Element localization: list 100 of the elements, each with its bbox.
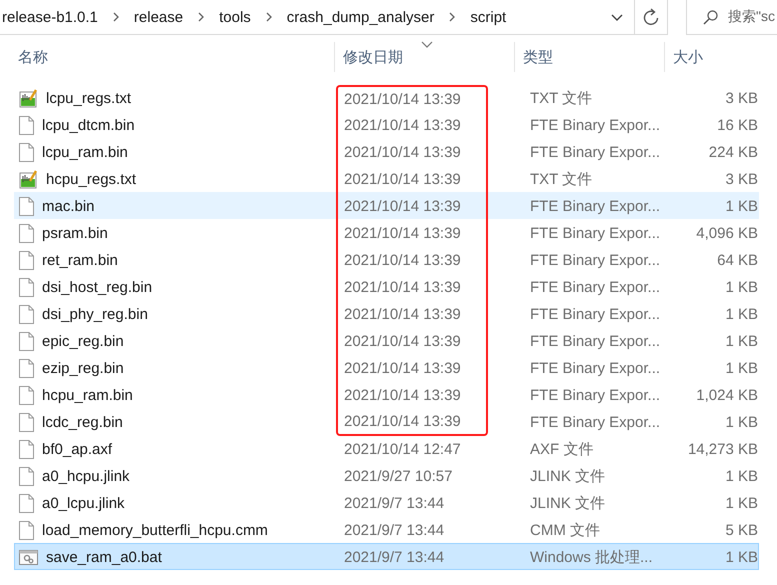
- chevron-right-icon: [112, 12, 120, 22]
- file-row[interactable]: ezip_reg.bin 2021/10/14 13:39 FTE Binary Expor... 1 KB: [14, 354, 759, 381]
- file-icon: [19, 143, 34, 162]
- search-icon: [703, 10, 718, 24]
- modified-date: 2021/10/14 13:39: [344, 413, 461, 430]
- file-row[interactable]: load_memory_butterfli_hcpu.cmm 2021/9/7 13:44 CMM 文件 5 KB: [14, 516, 759, 543]
- file-row[interactable]: lcdc_reg.bin 2021/10/14 13:39 FTE Binary Expor... 1 KB: [14, 408, 759, 435]
- column-label: 大小: [673, 48, 703, 66]
- modified-date: 2021/10/14 13:39: [344, 117, 461, 134]
- modified-date: 2021/10/14 13:39: [344, 91, 461, 108]
- file-icon: [19, 116, 34, 135]
- file-row[interactable]: a0_hcpu.jlink 2021/9/27 10:57 JLINK 文件 1 KB: [14, 462, 759, 489]
- address-bar[interactable]: release-b1.0.1 release tools crash_dump_analyser script: [0, 0, 600, 35]
- file-name: load_memory_butterfli_hcpu.cmm: [42, 522, 268, 539]
- column-header[interactable]: 修改日期: [335, 42, 515, 72]
- file-row[interactable]: hcpu_ram.bin 2021/10/14 13:39 FTE Binary Expor... 1,024 KB: [14, 381, 759, 408]
- file-name: ezip_reg.bin: [42, 360, 124, 377]
- file-size: 224 KB: [708, 144, 758, 161]
- chevron-right-icon: [197, 12, 206, 22]
- column-header[interactable]: 名称: [0, 42, 335, 72]
- file-row[interactable]: lcpu_ram.bin 2021/10/14 13:39 FTE Binary Expor... 224 KB: [14, 138, 759, 165]
- file-icon: [19, 386, 34, 405]
- file-name: save_ram_a0.bat: [46, 549, 162, 566]
- file-name: epic_reg.bin: [42, 333, 124, 350]
- file-row[interactable]: dsi_host_reg.bin 2021/10/14 13:39 FTE Binary Expor... 1 KB: [14, 273, 759, 300]
- file-row[interactable]: lcpu_dtcm.bin 2021/10/14 13:39 FTE Binary Expor... 16 KB: [14, 111, 759, 138]
- modified-date: 2021/10/14 13:39: [344, 225, 461, 242]
- file-size: 1 KB: [724, 198, 758, 215]
- file-size: 1 KB: [724, 414, 758, 431]
- modified-date: 2021/10/14 12:47: [344, 441, 461, 458]
- modified-date: 2021/9/7 13:44: [344, 495, 444, 512]
- file-row[interactable]: dsi_phy_reg.bin 2021/10/14 13:39 FTE Binary Expor... 1 KB: [14, 300, 759, 327]
- file-icon: [19, 521, 34, 540]
- column-header[interactable]: 大小: [665, 42, 777, 72]
- file-size: 1 KB: [724, 495, 758, 512]
- file-type: JLINK 文件: [529, 467, 606, 486]
- file-icon: [19, 224, 34, 243]
- modified-date: 2021/9/27 10:57: [344, 468, 452, 485]
- breadcrumb-item[interactable]: release: [134, 8, 184, 26]
- file-name: lcpu_ram.bin: [42, 144, 128, 161]
- breadcrumb-item[interactable]: release-b1.0.1: [2, 8, 98, 26]
- modified-date: 2021/10/14 13:39: [344, 198, 461, 215]
- file-size: 1,024 KB: [695, 387, 758, 404]
- file-type: FTE Binary Expor...: [529, 360, 662, 377]
- file-name: mac.bin: [42, 198, 95, 215]
- column-header[interactable]: 类型: [515, 42, 665, 72]
- file-name: hcpu_ram.bin: [42, 387, 133, 404]
- notepad-icon: [19, 89, 38, 108]
- refresh-icon: [643, 8, 659, 26]
- file-type: FTE Binary Expor...: [529, 252, 662, 269]
- chevron-right-icon: [448, 12, 456, 22]
- sort-caret-icon: [421, 41, 433, 48]
- file-name: lcpu_regs.txt: [46, 90, 132, 107]
- file-size: 1 KB: [724, 549, 758, 566]
- modified-date: 2021/9/7 13:44: [344, 549, 444, 566]
- file-row[interactable]: bf0_ap.axf 2021/10/14 12:47 AXF 文件 14,273 KB: [14, 435, 759, 462]
- column-label: 修改日期: [343, 48, 403, 66]
- file-size: 3 KB: [724, 171, 758, 188]
- file-type: AXF 文件: [529, 440, 594, 459]
- modified-date: 2021/10/14 13:39: [344, 144, 461, 161]
- file-row[interactable]: ret_ram.bin 2021/10/14 13:39 FTE Binary Expor... 64 KB: [14, 246, 759, 273]
- breadcrumb-item[interactable]: script: [470, 8, 506, 26]
- file-size: 1 KB: [724, 279, 758, 296]
- file-row[interactable]: epic_reg.bin 2021/10/14 13:39 FTE Binary Expor... 1 KB: [14, 327, 759, 354]
- file-size: 4,096 KB: [695, 225, 758, 242]
- notepad-icon: [19, 170, 38, 189]
- file-type: FTE Binary Expor...: [529, 414, 662, 431]
- file-size: 1 KB: [724, 333, 758, 350]
- file-icon: [19, 332, 34, 351]
- file-icon: [19, 359, 34, 378]
- file-row[interactable]: save_ram_a0.bat 2021/9/7 13:44 Windows 批处理... 1 KB: [14, 543, 759, 570]
- modified-date: 2021/10/14 13:39: [344, 306, 461, 323]
- modified-date: 2021/10/14 13:39: [344, 252, 461, 269]
- file-row[interactable]: lcpu_regs.txt 2021/10/14 13:39 TXT 文件 3 KB: [14, 84, 759, 111]
- file-type: FTE Binary Expor...: [529, 333, 662, 350]
- breadcrumb-item[interactable]: crash_dump_analyser: [286, 8, 434, 26]
- file-size: 1 KB: [724, 468, 758, 485]
- modified-date: 2021/10/14 13:39: [344, 279, 461, 296]
- file-name: bf0_ap.axf: [42, 441, 112, 458]
- file-icon: [19, 413, 34, 432]
- file-size: 1 KB: [724, 306, 758, 323]
- file-size: 16 KB: [716, 117, 758, 134]
- file-row[interactable]: mac.bin 2021/10/14 13:39 FTE Binary Expor... 1 KB: [14, 192, 759, 219]
- file-type: FTE Binary Expor...: [529, 279, 662, 296]
- file-icon: [19, 197, 34, 216]
- modified-date: 2021/10/14 13:39: [344, 387, 461, 404]
- modified-date: 2021/10/14 13:39: [344, 171, 461, 188]
- file-type: CMM 文件: [529, 521, 601, 540]
- search-field[interactable]: 搜索"sc: [686, 0, 777, 35]
- file-type: FTE Binary Expor...: [529, 225, 662, 242]
- breadcrumb-item[interactable]: tools: [219, 8, 251, 26]
- file-row[interactable]: a0_lcpu.jlink 2021/9/7 13:44 JLINK 文件 1 KB: [14, 489, 759, 516]
- file-name: hcpu_regs.txt: [46, 171, 136, 188]
- file-type: FTE Binary Expor...: [529, 198, 662, 215]
- file-name: ret_ram.bin: [42, 252, 118, 269]
- column-label: 类型: [523, 48, 553, 66]
- file-type: FTE Binary Expor...: [529, 117, 662, 134]
- file-row[interactable]: psram.bin 2021/10/14 13:39 FTE Binary Expor... 4,096 KB: [14, 219, 759, 246]
- file-icon: [19, 467, 34, 486]
- refresh-button[interactable]: [635, 0, 668, 35]
